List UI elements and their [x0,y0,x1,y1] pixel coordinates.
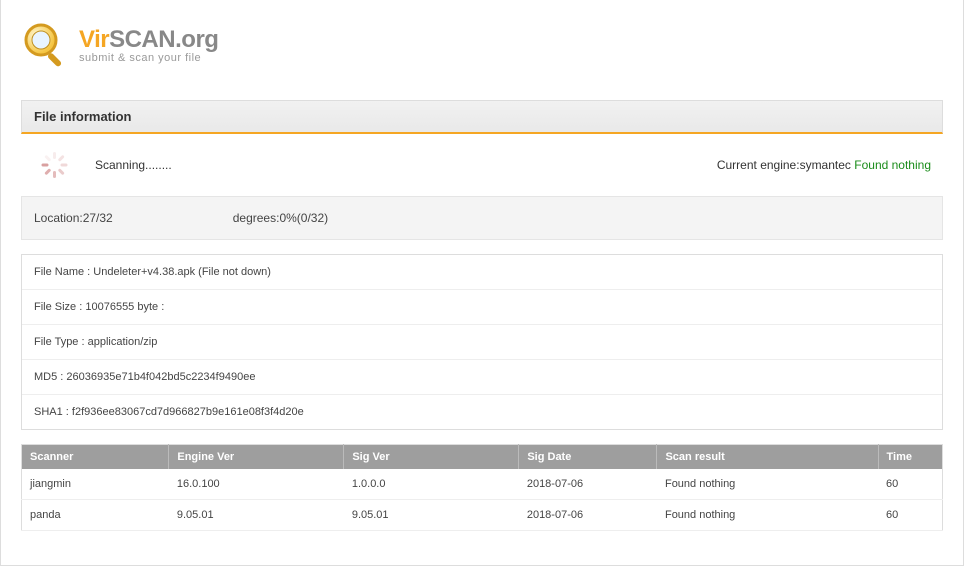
current-engine-result: Found nothing [854,158,931,172]
scan-status-row: Scanning........ Current engine:symantec… [21,134,943,196]
cell-engine: 16.0.100 [169,469,344,500]
cell-result: Found nothing [657,469,878,500]
file-md5-value: 26036935e71b4f042bd5c2234f9490ee [66,371,255,383]
progress-box: Location:27/32 degrees:0%(0/32) [21,196,943,240]
file-size-value: 10076555 byte : [85,301,164,313]
logo-vir: Vir [79,26,109,53]
results-table: Scanner Engine Ver Sig Ver Sig Date Scan… [21,444,943,531]
cell-time: 60 [878,500,943,531]
current-engine: Current engine:symantec Found nothing [717,158,931,172]
spinner-icon [41,152,67,178]
file-sha1-value: f2f936ee83067cd7d966827b9e161e08f3f4d20e [72,406,304,418]
current-engine-label: Current engine: [717,158,800,172]
file-name-row: File Name : Undeleter+v4.38.apk (File no… [22,255,942,290]
file-type-value: application/zip [88,336,158,348]
site-subtitle: submit & scan your file [79,52,218,64]
th-time: Time [878,445,943,470]
file-name-value: Undeleter+v4.38.apk (File not down) [93,266,271,278]
logo-org: .org [175,26,218,53]
file-type-row: File Type : application/zip [22,325,942,360]
cell-scanner: jiangmin [22,469,169,500]
th-engine: Engine Ver [169,445,344,470]
cell-date: 2018-07-06 [519,500,657,531]
file-size-label: File Size : [34,301,85,313]
cell-date: 2018-07-06 [519,469,657,500]
th-date: Sig Date [519,445,657,470]
current-engine-name: symantec [800,158,851,172]
file-sha1-label: SHA1 : [34,406,72,418]
file-size-row: File Size : 10076555 byte : [22,290,942,325]
degrees-label: degrees: [233,211,280,225]
cell-sig: 9.05.01 [344,500,519,531]
file-info-panel: File Name : Undeleter+v4.38.apk (File no… [21,254,943,430]
file-type-label: File Type : [34,336,88,348]
cell-time: 60 [878,469,943,500]
magnifier-icon [21,20,71,70]
th-sig: Sig Ver [344,445,519,470]
cell-scanner: panda [22,500,169,531]
file-md5-row: MD5 : 26036935e71b4f042bd5c2234f9490ee [22,360,942,395]
th-scanner: Scanner [22,445,169,470]
file-name-label: File Name : [34,266,93,278]
file-sha1-row: SHA1 : f2f936ee83067cd7d966827b9e161e08f… [22,395,942,429]
scanning-label: Scanning........ [95,158,172,172]
table-header-row: Scanner Engine Ver Sig Ver Sig Date Scan… [22,445,943,470]
cell-result: Found nothing [657,500,878,531]
th-result: Scan result [657,445,878,470]
site-title: VirSCAN.org [79,26,218,54]
cell-sig: 1.0.0.0 [344,469,519,500]
logo: VirSCAN.org submit & scan your file [21,15,943,70]
progress-location: Location:27/32 [34,211,113,225]
degrees-value: 0%(0/32) [279,211,328,225]
location-label: Location: [34,211,83,225]
location-value: 27/32 [83,211,113,225]
logo-scan: SCAN [109,26,175,53]
section-header: File information [21,100,943,134]
table-row: panda 9.05.01 9.05.01 2018-07-06 Found n… [22,500,943,531]
progress-degrees: degrees:0%(0/32) [233,211,328,225]
cell-engine: 9.05.01 [169,500,344,531]
file-md5-label: MD5 : [34,371,66,383]
table-row: jiangmin 16.0.100 1.0.0.0 2018-07-06 Fou… [22,469,943,500]
